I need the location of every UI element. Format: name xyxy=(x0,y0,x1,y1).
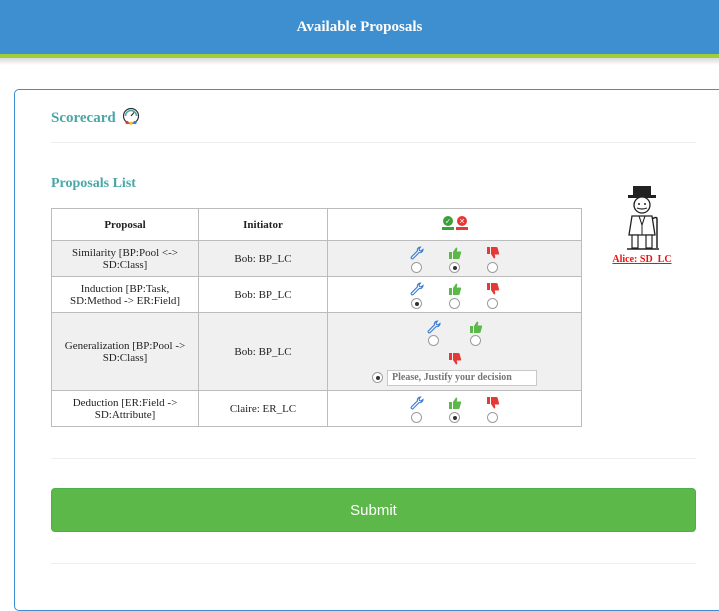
app-header: Available Proposals xyxy=(0,0,719,54)
divider xyxy=(51,142,696,143)
user-persona[interactable]: Alice: SD_LC xyxy=(607,185,677,265)
user-name-link[interactable]: Alice: SD_LC xyxy=(607,254,677,265)
thumbs-down-icon xyxy=(485,282,501,296)
wrench-icon xyxy=(409,282,425,296)
approve-radio[interactable] xyxy=(449,262,460,273)
column-header-initiator: Initiator xyxy=(198,208,328,241)
column-header-vote: ✓ ✕ xyxy=(327,208,582,241)
proposals-table: Proposal Initiator ✓ ✕ Similarity [BP:Po… xyxy=(51,208,582,427)
vote-indicator-icon: ✓ ✕ xyxy=(439,216,471,234)
reject-radio[interactable] xyxy=(372,372,383,383)
gauge-icon[interactable] xyxy=(122,107,140,130)
modify-radio[interactable] xyxy=(411,298,422,309)
approve-radio[interactable] xyxy=(449,298,460,309)
modify-radio[interactable] xyxy=(428,334,439,346)
wrench-icon xyxy=(409,396,425,410)
initiator-cell: Bob: BP_LC xyxy=(198,240,328,277)
thumbs-down-icon xyxy=(485,396,501,410)
proposal-cell: Generalization [BP:Pool -> SD:Class] xyxy=(51,312,199,391)
vote-cell xyxy=(327,240,582,277)
page-title: Available Proposals xyxy=(296,19,423,35)
svg-text:✓: ✓ xyxy=(445,218,451,226)
proposal-cell: Induction [BP:Task, SD:Method -> ER:Fiel… xyxy=(51,276,199,313)
vote-cell xyxy=(327,390,582,427)
gentleman-avatar-icon xyxy=(619,186,665,255)
table-row: Deduction [ER:Field -> SD:Attribute] Cla… xyxy=(51,390,582,427)
table-row: Similarity [BP:Pool <-> SD:Class] Bob: B… xyxy=(51,240,582,277)
vote-cell xyxy=(327,312,582,391)
divider xyxy=(51,563,696,564)
proposal-cell: Similarity [BP:Pool <-> SD:Class] xyxy=(51,240,199,277)
reject-radio[interactable] xyxy=(487,298,498,309)
modify-radio[interactable] xyxy=(411,412,422,423)
thumbs-up-icon xyxy=(447,396,463,410)
submit-button[interactable]: Submit xyxy=(51,488,696,532)
justification-input[interactable] xyxy=(387,369,537,386)
vote-cell xyxy=(327,276,582,313)
approve-radio[interactable] xyxy=(449,412,460,423)
wrench-icon xyxy=(426,319,442,334)
table-row: Induction [BP:Task, SD:Method -> ER:Fiel… xyxy=(51,276,582,313)
header-shadow xyxy=(0,58,719,65)
thumbs-up-icon xyxy=(447,282,463,296)
proposal-cell: Deduction [ER:Field -> SD:Attribute] xyxy=(51,390,199,427)
table-row: Generalization [BP:Pool -> SD:Class] Bob… xyxy=(51,312,582,391)
scorecard-heading[interactable]: Scorecard xyxy=(51,107,140,130)
proposals-list-heading: Proposals List xyxy=(51,176,136,191)
reject-radio[interactable] xyxy=(487,262,498,273)
table-header-row: Proposal Initiator ✓ ✕ xyxy=(51,208,582,241)
initiator-cell: Bob: BP_LC xyxy=(198,276,328,313)
initiator-cell: Claire: ER_LC xyxy=(198,390,328,427)
thumbs-down-icon xyxy=(485,246,501,260)
svg-text:✕: ✕ xyxy=(459,218,465,226)
thumbs-down-icon xyxy=(447,352,463,366)
thumbs-up-icon xyxy=(447,246,463,260)
column-header-proposal: Proposal xyxy=(51,208,199,241)
thumbs-up-icon xyxy=(468,320,484,334)
reject-radio[interactable] xyxy=(487,412,498,423)
initiator-cell: Bob: BP_LC xyxy=(198,312,328,391)
modify-radio[interactable] xyxy=(411,262,422,273)
scorecard-label: Scorecard xyxy=(51,110,116,126)
approve-radio[interactable] xyxy=(470,334,481,346)
divider xyxy=(51,458,696,459)
wrench-icon xyxy=(409,246,425,260)
